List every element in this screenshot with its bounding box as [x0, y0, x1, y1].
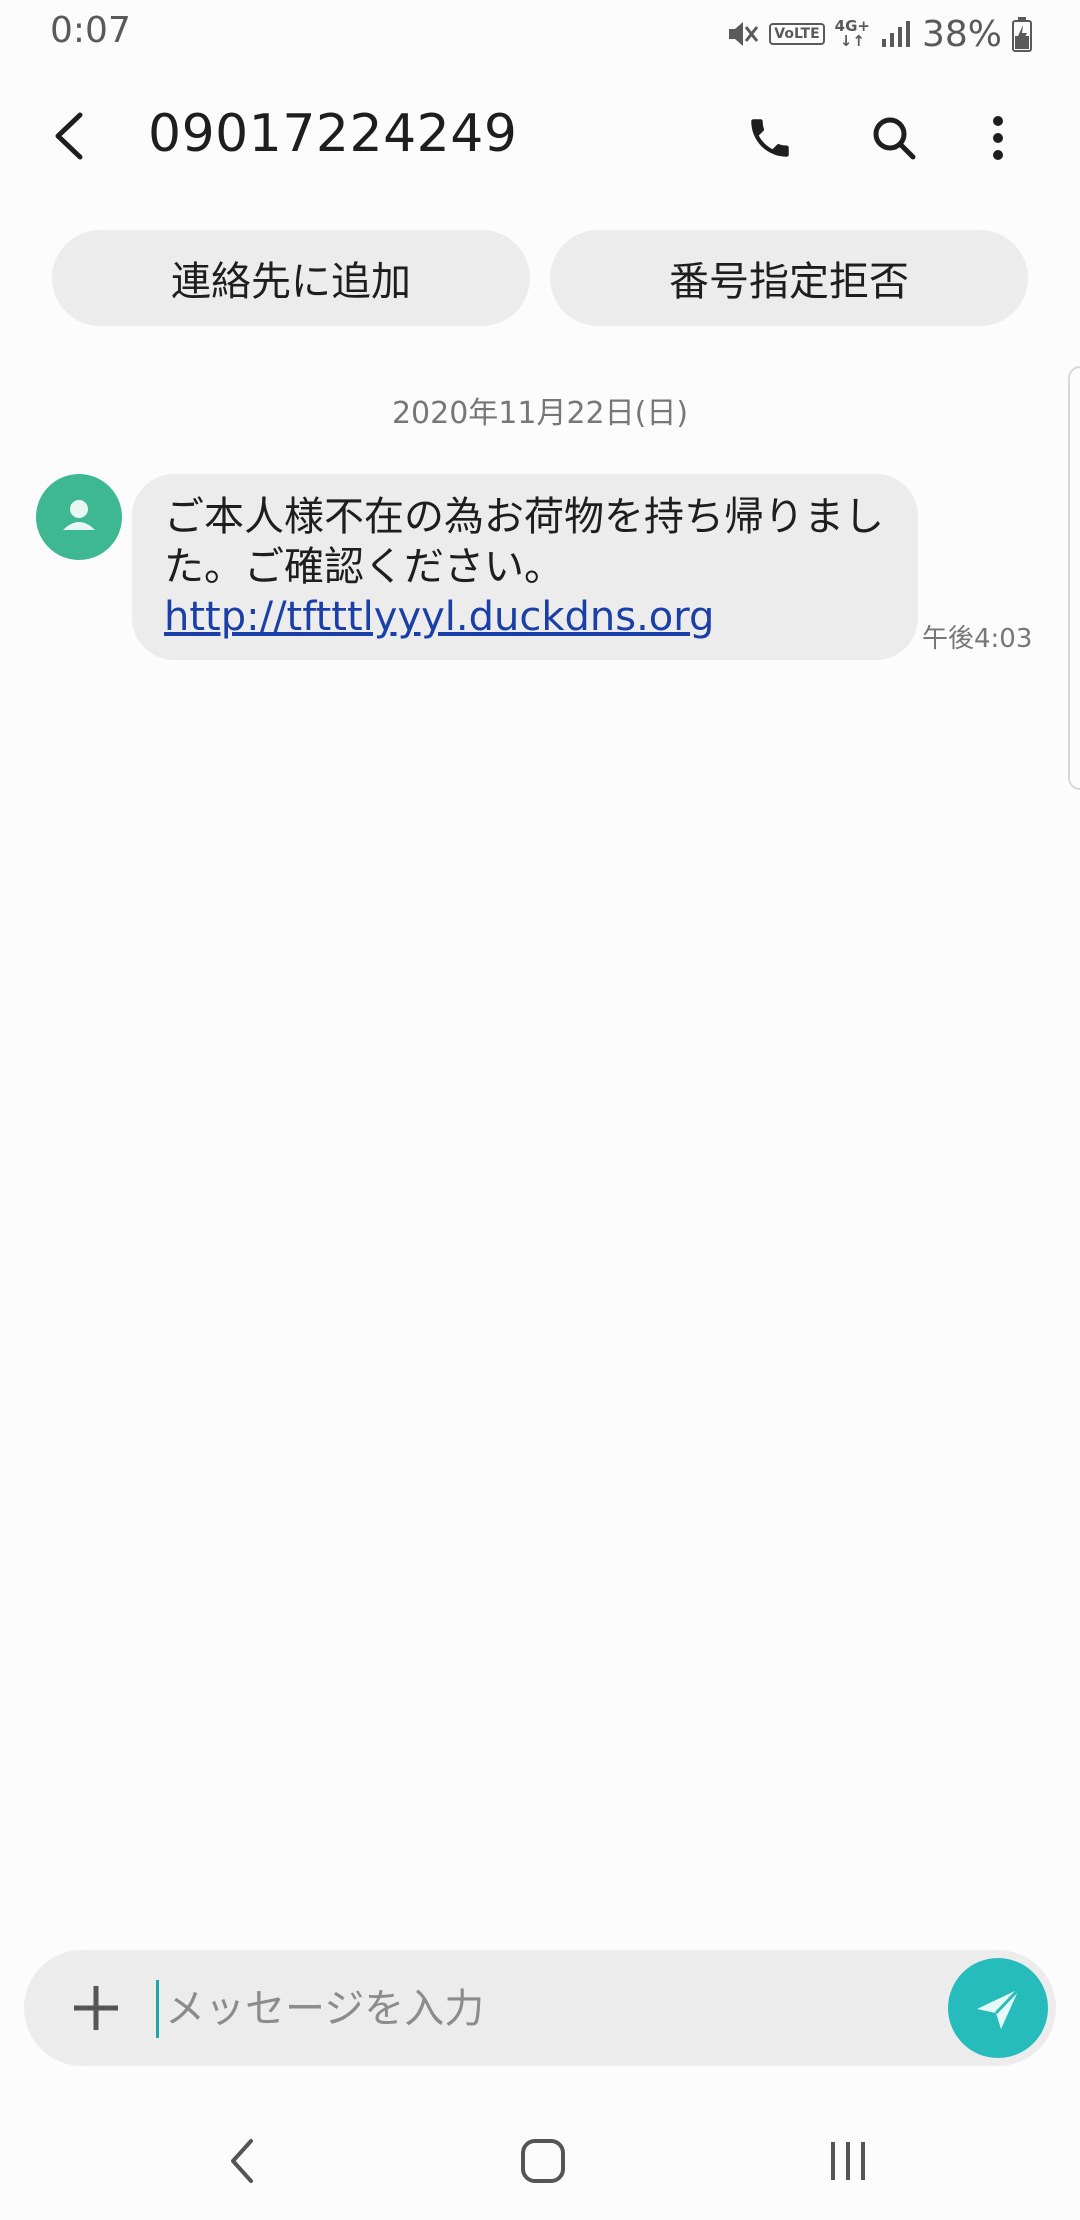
nav-home-icon [521, 2139, 565, 2183]
add-contact-button[interactable]: 連絡先に追加 [52, 230, 530, 326]
message-timestamp: 午後4:03 [922, 624, 1033, 654]
battery-charging-icon [1012, 16, 1032, 52]
message-input[interactable] [156, 1980, 947, 2038]
phone-icon [751, 119, 789, 157]
status-bar: 0:07 VoLTE 4G+ ↓↑ 38% [0, 0, 1080, 66]
more-options-button[interactable] [966, 106, 1030, 170]
back-arrow-icon [55, 112, 83, 160]
nav-back-button[interactable] [202, 2126, 282, 2196]
battery-percent: 38% [921, 13, 1002, 55]
send-icon [977, 1987, 1021, 2029]
navigation-bar [0, 2100, 1080, 2220]
nav-recent-apps-button[interactable] [808, 2126, 888, 2196]
compose-bar [24, 1950, 1056, 2066]
nav-back-icon [231, 2139, 253, 2183]
network-type-label: 4G+ [834, 17, 870, 35]
message-link[interactable]: http://tftttlyyyl.duckdns.org [164, 594, 714, 640]
nav-recent-icon [831, 2142, 865, 2180]
app-bar: 09017224249 [0, 88, 1080, 184]
plus-icon [74, 1986, 118, 2030]
status-icons: VoLTE 4G+ ↓↑ 38% [725, 12, 1032, 56]
conversation-title: 09017224249 [148, 104, 518, 164]
back-button[interactable] [40, 106, 100, 166]
attach-button[interactable] [66, 1978, 126, 2038]
action-chips: 連絡先に追加 番号指定拒否 [52, 230, 1028, 326]
call-button[interactable] [738, 106, 802, 170]
message-bubble[interactable]: ご本人様不在の為お荷物を持ち帰りました。ご確認ください。http://tfttt… [132, 474, 918, 660]
status-time: 0:07 [50, 10, 131, 51]
mute-vibrate-icon [725, 17, 759, 51]
edge-panel-handle[interactable] [1068, 366, 1080, 790]
message-text: ご本人様不在の為お荷物を持ち帰りました。ご確認ください。 [164, 494, 884, 590]
block-number-button[interactable]: 番号指定拒否 [550, 230, 1028, 326]
search-button[interactable] [862, 106, 926, 170]
signal-icon [880, 19, 912, 49]
avatar[interactable] [36, 474, 122, 560]
messages-screen: 0:07 VoLTE 4G+ ↓↑ 38% 09017224249 連絡先に追加… [0, 0, 1080, 2220]
search-icon [873, 117, 916, 160]
person-icon [63, 500, 95, 530]
4g-plus-icon: 4G+ ↓↑ [834, 17, 870, 50]
date-separator: 2020年11月22日(日) [391, 396, 689, 431]
volte-icon: VoLTE [769, 23, 825, 45]
nav-home-button[interactable] [503, 2126, 583, 2196]
more-vertical-icon [993, 116, 1003, 160]
send-button[interactable] [948, 1958, 1048, 2058]
